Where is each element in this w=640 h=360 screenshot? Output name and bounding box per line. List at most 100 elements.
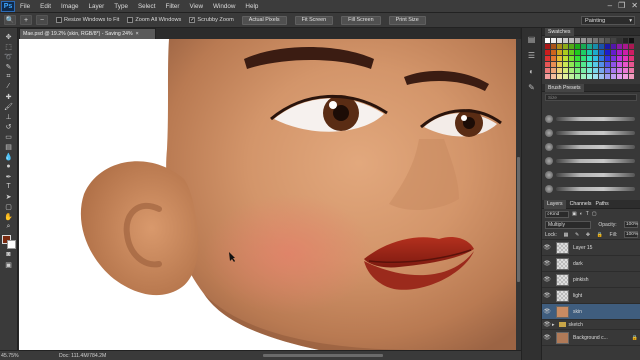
color-swatch[interactable] xyxy=(599,56,604,61)
minimize-button[interactable]: – xyxy=(608,1,612,10)
color-swatch[interactable] xyxy=(551,44,556,49)
visibility-eye-icon[interactable]: 👁 xyxy=(542,321,552,328)
color-swatch[interactable] xyxy=(551,68,556,73)
lock-transparent-icon[interactable]: ▦ xyxy=(564,232,569,238)
color-swatch[interactable] xyxy=(623,50,628,55)
swatches-grid[interactable] xyxy=(542,36,640,84)
vertical-scroll-thumb[interactable] xyxy=(517,157,520,282)
layer-row[interactable]: 👁 pinkish xyxy=(542,272,640,288)
workspace-select[interactable]: Painting ▾ xyxy=(581,16,635,25)
brush-preset[interactable] xyxy=(545,168,635,182)
print-size-button[interactable]: Print Size xyxy=(388,15,426,25)
color-swatch[interactable] xyxy=(551,38,556,43)
filter-shape-icon[interactable]: ▢ xyxy=(592,211,597,217)
color-swatch[interactable] xyxy=(581,50,586,55)
gradient-tool-icon[interactable]: ▤ xyxy=(3,142,15,151)
color-swatch[interactable] xyxy=(605,38,610,43)
blend-mode-select[interactable]: Multiply xyxy=(545,220,591,229)
color-swatch[interactable] xyxy=(617,44,622,49)
screen-mode-icon[interactable]: ▣ xyxy=(3,260,15,269)
color-swatch[interactable] xyxy=(563,38,568,43)
filter-type-icon[interactable]: T xyxy=(586,211,589,217)
color-swatch[interactable] xyxy=(545,62,550,67)
color-swatch[interactable] xyxy=(575,38,580,43)
color-swatch[interactable] xyxy=(599,62,604,67)
color-swatch[interactable] xyxy=(629,38,634,43)
quick-mask-icon[interactable]: ◙ xyxy=(3,250,15,259)
zoom-out-icon[interactable]: − xyxy=(36,15,48,25)
color-swatch[interactable] xyxy=(593,74,598,79)
color-swatch[interactable] xyxy=(623,44,628,49)
color-swatch[interactable] xyxy=(551,56,556,61)
lock-all-icon[interactable]: 🔒 xyxy=(597,232,603,238)
properties-icon[interactable]: ☰ xyxy=(527,50,537,60)
color-swatch[interactable] xyxy=(623,56,628,61)
color-swatch[interactable] xyxy=(617,62,622,67)
lasso-tool-icon[interactable]: ➰ xyxy=(3,52,15,61)
fit-screen-button[interactable]: Fit Screen xyxy=(294,15,334,25)
color-swatch[interactable] xyxy=(557,68,562,73)
color-swatch[interactable] xyxy=(611,44,616,49)
color-swatch[interactable] xyxy=(569,38,574,43)
layer-row[interactable]: 👁 dark xyxy=(542,256,640,272)
color-swatch[interactable] xyxy=(563,56,568,61)
stamp-tool-icon[interactable]: ⊥ xyxy=(3,112,15,121)
color-swatch[interactable] xyxy=(629,68,634,73)
color-swatch[interactable] xyxy=(629,74,634,79)
filter-pixel-icon[interactable]: ▣ xyxy=(572,211,577,217)
layer-group-row[interactable]: 👁 ▸ sketch xyxy=(542,320,640,330)
visibility-eye-icon[interactable]: 👁 xyxy=(542,292,552,299)
color-swatch[interactable] xyxy=(587,62,592,67)
tab-brush-presets[interactable]: Brush Presets xyxy=(545,83,584,92)
background-color[interactable] xyxy=(6,240,16,249)
move-tool-icon[interactable]: ✥ xyxy=(3,32,15,41)
zoom-in-icon[interactable]: + xyxy=(20,15,32,25)
color-swatch[interactable] xyxy=(551,62,556,67)
color-swatch[interactable] xyxy=(617,56,622,61)
color-swatch[interactable] xyxy=(563,62,568,67)
color-swatch[interactable] xyxy=(569,56,574,61)
path-select-tool-icon[interactable]: ➤ xyxy=(3,192,15,201)
canvas[interactable] xyxy=(19,39,516,350)
tab-channels[interactable]: Channels xyxy=(570,201,592,207)
menu-file[interactable]: File xyxy=(15,3,35,10)
color-swatch[interactable] xyxy=(629,44,634,49)
color-swatch[interactable] xyxy=(575,44,580,49)
color-swatch[interactable] xyxy=(611,68,616,73)
color-swatch[interactable] xyxy=(557,38,562,43)
menu-select[interactable]: Select xyxy=(133,3,161,10)
color-swatch[interactable] xyxy=(575,74,580,79)
horizontal-scroll-thumb[interactable] xyxy=(263,354,383,357)
layer-row[interactable]: 👁 Layer 15 xyxy=(542,240,640,256)
color-swatch[interactable] xyxy=(605,50,610,55)
color-swatch[interactable] xyxy=(605,68,610,73)
menu-layer[interactable]: Layer xyxy=(84,3,110,10)
color-swatch[interactable] xyxy=(569,44,574,49)
quick-select-tool-icon[interactable]: ✎ xyxy=(3,62,15,71)
resize-windows-checkbox[interactable]: Resize Windows to Fit xyxy=(56,17,119,23)
history-icon[interactable]: ▤ xyxy=(527,34,537,44)
color-swatch[interactable] xyxy=(623,38,628,43)
filter-adjust-icon[interactable]: ◐ xyxy=(580,211,583,217)
color-swatch[interactable] xyxy=(563,50,568,55)
document-tab[interactable]: Mae.psd @ 19.2% (skin, RGB/8*) - Saving … xyxy=(19,28,156,39)
blur-tool-icon[interactable]: 💧 xyxy=(3,152,15,161)
visibility-eye-icon[interactable]: 👁 xyxy=(542,308,552,315)
visibility-eye-icon[interactable]: 👁 xyxy=(542,244,552,251)
type-tool-icon[interactable]: T xyxy=(3,182,15,191)
color-swatch[interactable] xyxy=(581,74,586,79)
color-swatch[interactable] xyxy=(569,74,574,79)
restore-button[interactable]: ❐ xyxy=(618,1,625,10)
close-tab-icon[interactable]: × xyxy=(136,31,139,37)
color-swatch[interactable] xyxy=(629,56,634,61)
actual-pixels-button[interactable]: Actual Pixels xyxy=(241,15,287,25)
zoom-all-windows-checkbox[interactable]: Zoom All Windows xyxy=(127,17,181,23)
color-swatch[interactable] xyxy=(569,68,574,73)
menu-type[interactable]: Type xyxy=(109,3,133,10)
color-swatch[interactable] xyxy=(623,68,628,73)
color-swatch[interactable] xyxy=(605,44,610,49)
brush-preset[interactable] xyxy=(545,140,635,154)
color-swatch[interactable] xyxy=(575,50,580,55)
color-swatch[interactable] xyxy=(557,50,562,55)
color-swatch[interactable] xyxy=(605,62,610,67)
